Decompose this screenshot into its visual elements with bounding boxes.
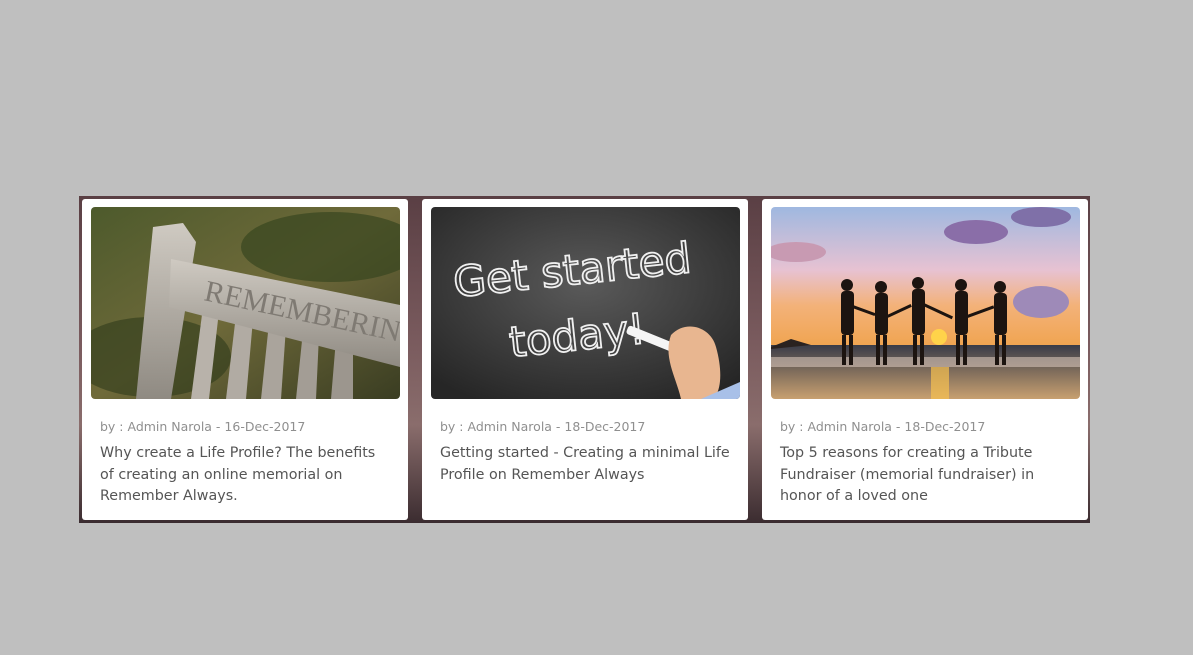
chalkboard-image: Get started today! xyxy=(431,207,740,399)
card-image-bench[interactable]: REMEMBERING xyxy=(91,207,400,399)
card-image-chalkboard[interactable]: Get started today! xyxy=(431,207,740,399)
blog-card-strip: REMEMBERING by : Admin Narola - 16-Dec-2… xyxy=(79,196,1090,523)
blog-card-1[interactable]: REMEMBERING by : Admin Narola - 16-Dec-2… xyxy=(82,199,408,520)
card-meta: by : Admin Narola - 18-Dec-2017 xyxy=(780,419,986,434)
card-image-sunset[interactable] xyxy=(771,207,1080,399)
card-title[interactable]: Getting started - Creating a minimal Lif… xyxy=(440,443,732,486)
sunset-image xyxy=(771,207,1080,399)
card-meta: by : Admin Narola - 16-Dec-2017 xyxy=(100,419,306,434)
blog-card-3[interactable]: by : Admin Narola - 18-Dec-2017 Top 5 re… xyxy=(762,199,1088,520)
card-title[interactable]: Why create a Life Profile? The benefits … xyxy=(100,443,392,508)
bench-image: REMEMBERING xyxy=(91,207,400,399)
card-title[interactable]: Top 5 reasons for creating a Tribute Fun… xyxy=(780,443,1072,508)
blog-card-2[interactable]: Get started today! by : Admin Narola - 1… xyxy=(422,199,748,520)
card-meta: by : Admin Narola - 18-Dec-2017 xyxy=(440,419,646,434)
